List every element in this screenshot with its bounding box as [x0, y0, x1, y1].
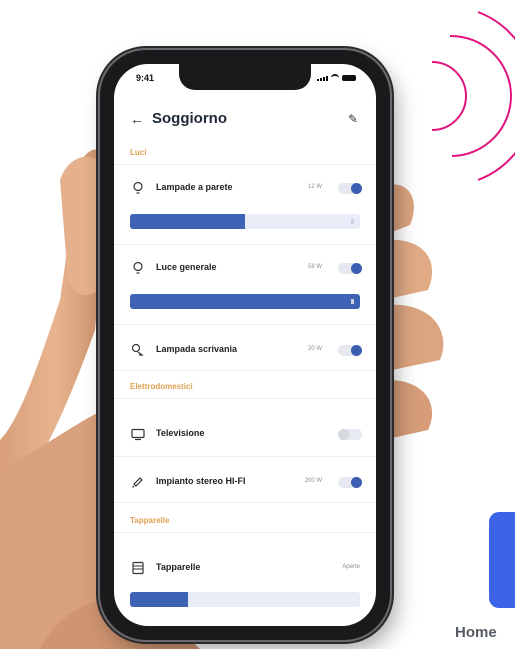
- divider: [114, 370, 376, 371]
- brand-logo-tile: [489, 512, 515, 608]
- bulb-icon: [133, 261, 143, 274]
- pencil-icon[interactable]: ✎: [348, 112, 358, 126]
- device-label: Televisione: [156, 428, 205, 438]
- wifi-icon: [331, 74, 339, 82]
- status-time: 9:41: [136, 73, 155, 83]
- divider: [114, 398, 376, 399]
- bulb-icon: [133, 181, 143, 194]
- slider-handle: [351, 299, 354, 304]
- divider: [114, 502, 376, 503]
- shutters-slider[interactable]: [130, 592, 360, 607]
- divider: [114, 164, 376, 165]
- wall-lamps-toggle[interactable]: [338, 183, 362, 194]
- battery-icon: [342, 75, 356, 81]
- device-power: 58 W: [307, 264, 322, 270]
- status-icons: [317, 74, 356, 82]
- device-status: Aperte: [342, 564, 360, 570]
- phone-screen: 9:41 ← Soggiorno ✎ Luci Lampade a parete…: [114, 64, 376, 626]
- brand-text: Home: [455, 624, 497, 641]
- stereo-toggle[interactable]: [338, 477, 362, 488]
- signal-icon: [317, 75, 328, 81]
- device-wall-lamps[interactable]: Lampade a parete 12 W: [114, 178, 376, 200]
- divider: [114, 456, 376, 457]
- section-shutters: Tapparelle: [130, 516, 170, 525]
- main-light-slider[interactable]: [130, 294, 360, 309]
- device-label: Lampade a parete: [156, 182, 233, 192]
- device-stereo[interactable]: Impianto stereo HI-FI 200 W: [114, 472, 376, 494]
- smartphone: 9:41 ← Soggiorno ✎ Luci Lampade a parete…: [100, 50, 390, 640]
- section-lights: Luci: [130, 148, 147, 157]
- page-title: Soggiorno: [152, 110, 227, 127]
- divider: [114, 532, 376, 533]
- device-label: Impianto stereo HI-FI: [156, 476, 246, 486]
- desk-lamp-icon: [131, 343, 144, 356]
- phone-notch: [179, 64, 311, 90]
- wall-lamps-slider[interactable]: [130, 214, 360, 229]
- device-desk-lamp[interactable]: Lampada scrivania 20 W: [114, 340, 376, 362]
- device-label: Tapparelle: [156, 562, 201, 572]
- device-power: 12 W: [307, 184, 322, 190]
- speaker-icon: [132, 477, 143, 488]
- screen-header: ← Soggiorno ✎: [114, 108, 376, 134]
- device-tv[interactable]: Televisione: [114, 424, 376, 446]
- device-power: 20 W: [307, 346, 322, 352]
- device-power: 200 W: [304, 478, 322, 484]
- main-light-toggle[interactable]: [338, 263, 362, 274]
- slider-fill: [130, 214, 245, 229]
- desk-lamp-toggle[interactable]: [338, 345, 362, 356]
- scene: Home 9:41 ← Soggiorno ✎ Luci Lampade a p…: [0, 0, 515, 649]
- device-main-light[interactable]: Luce generale 58 W: [114, 258, 376, 280]
- divider: [114, 324, 376, 325]
- shutter-icon: [132, 561, 144, 575]
- slider-fill: [130, 592, 188, 607]
- tv-icon: [131, 428, 145, 441]
- divider: [114, 244, 376, 245]
- slider-fill: [130, 294, 360, 309]
- slider-handle: [351, 219, 354, 224]
- device-label: Luce generale: [156, 262, 217, 272]
- device-label: Lampada scrivania: [156, 344, 238, 354]
- tv-toggle[interactable]: [338, 429, 362, 440]
- arrow-left-icon[interactable]: ←: [130, 111, 144, 127]
- section-appliances: Elettrodomestici: [130, 382, 193, 391]
- device-shutters[interactable]: Tapparelle Aperte: [114, 558, 376, 580]
